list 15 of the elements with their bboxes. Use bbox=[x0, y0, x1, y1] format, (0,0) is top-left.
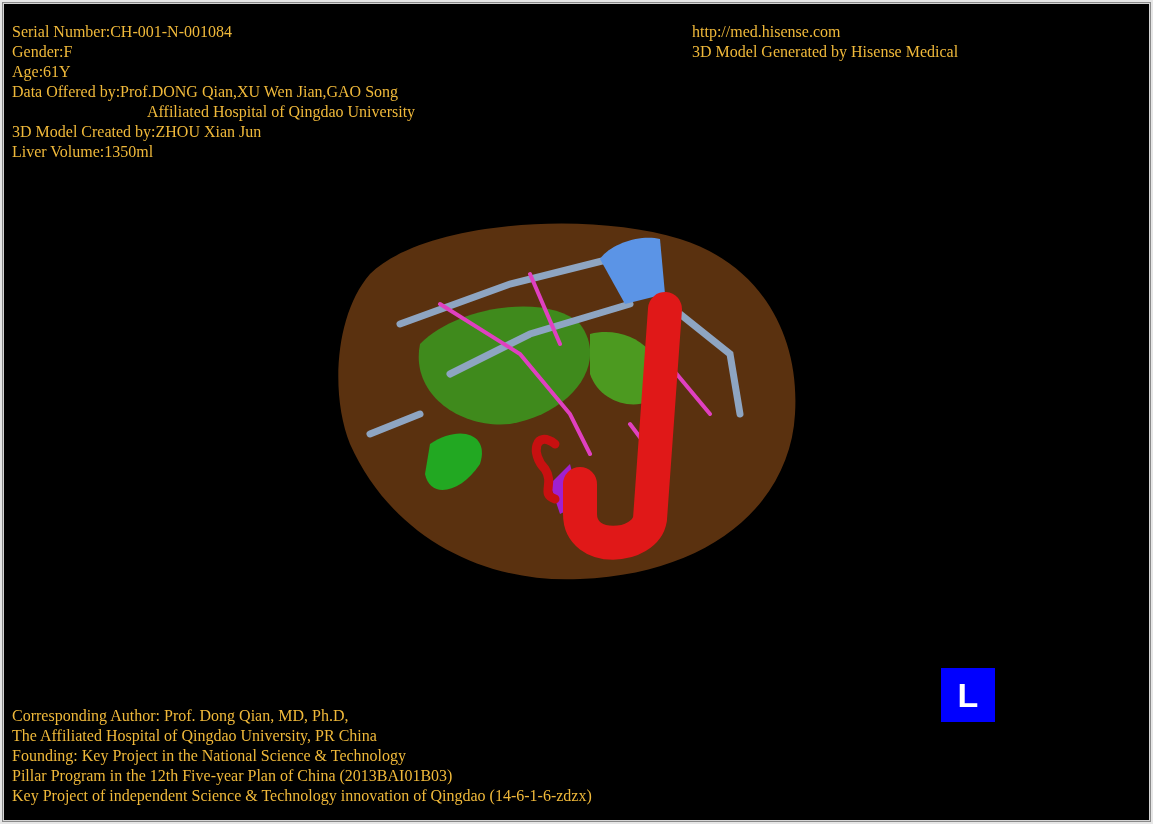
credit-text: 3D Model Generated by Hisense Medical bbox=[692, 42, 959, 62]
info-text: Liver Volume:1350ml bbox=[12, 142, 154, 162]
credit-text: http://med.hisense.com bbox=[692, 22, 841, 42]
footer-text: The Affiliated Hospital of Qingdao University, PR China bbox=[12, 726, 377, 746]
info-text: 3D Model Created by:ZHOU Xian Jun bbox=[12, 122, 262, 142]
info-text: Affiliated Hospital of Qingdao University bbox=[147, 102, 416, 122]
info-text: Serial Number:CH-001-N-001084 bbox=[12, 22, 232, 42]
footer-text: Corresponding Author: Prof. Dong Qian, MD, Ph.D, bbox=[12, 706, 349, 726]
info-text: Age:61Y bbox=[12, 62, 71, 82]
footer-text: Founding: Key Project in the National Science & Technology bbox=[12, 746, 407, 766]
footer-text: Pillar Program in the 12th Five-year Plan of China (2013BAI01B03) bbox=[12, 766, 453, 786]
info-text: Gender:F bbox=[12, 42, 73, 62]
footer-text: Key Project of independent Science & Technology innovation of Qingdao (14-6-1-6-zdzx) bbox=[12, 786, 592, 806]
info-text: Data Offered by:Prof.DONG Qian,XU Wen Jian,GAO Song bbox=[12, 82, 399, 102]
orientation-badge: L bbox=[941, 668, 995, 722]
